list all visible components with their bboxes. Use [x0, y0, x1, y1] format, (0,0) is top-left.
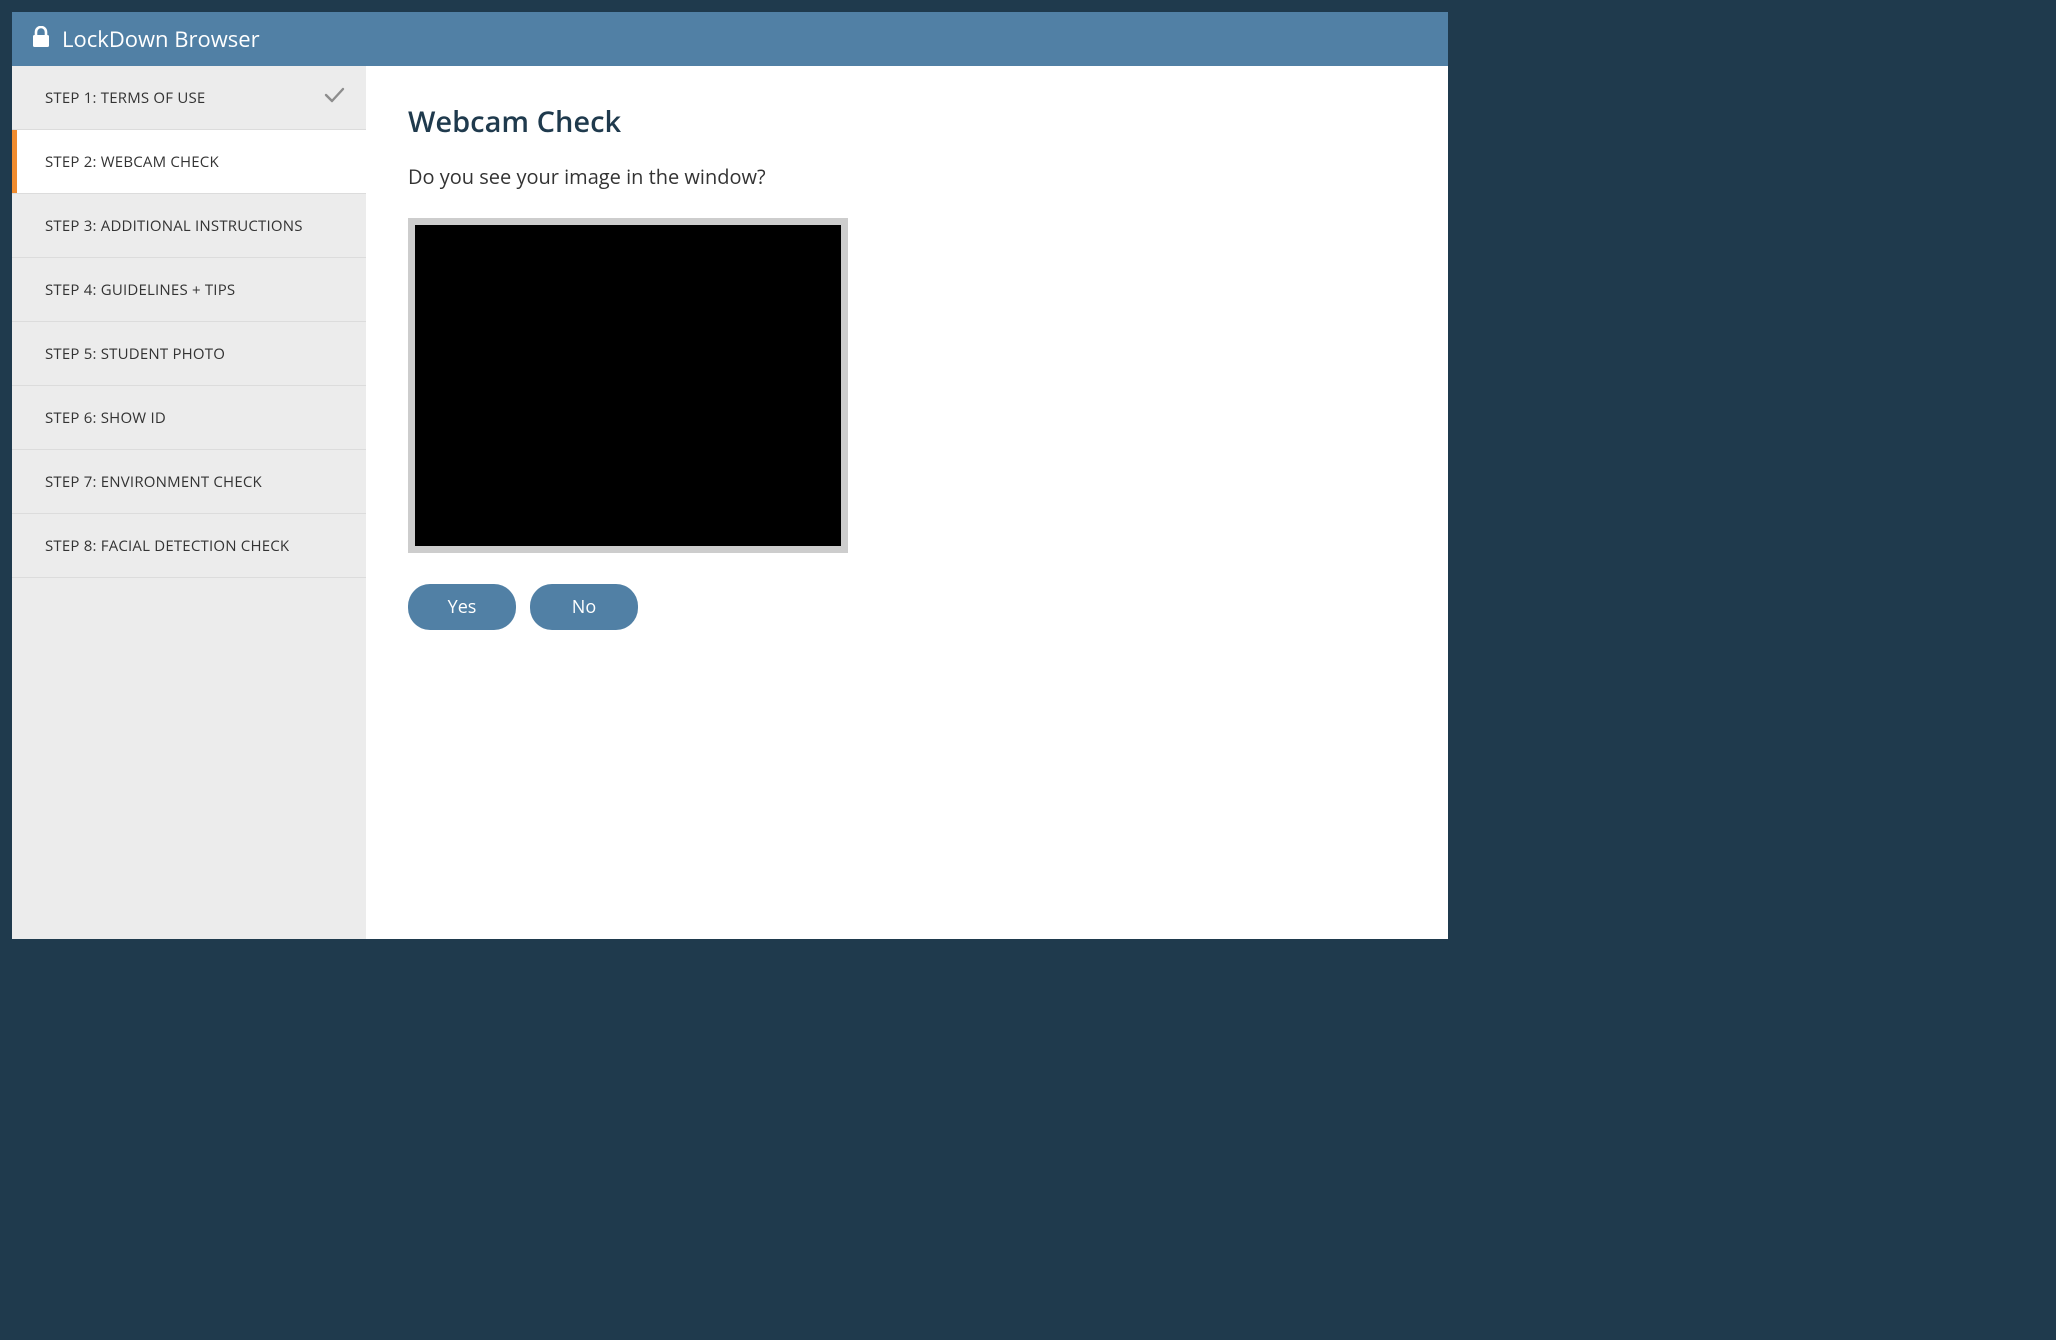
button-row: Yes No	[408, 584, 1406, 630]
sidebar-step-student-photo[interactable]: STEP 5: STUDENT PHOTO	[12, 322, 366, 386]
webcam-feed	[415, 225, 841, 546]
webcam-frame	[408, 218, 848, 553]
check-icon	[322, 83, 346, 112]
sidebar-step-show-id[interactable]: STEP 6: SHOW ID	[12, 386, 366, 450]
step-label: STEP 8: FACIAL DETECTION CHECK	[45, 536, 289, 556]
outer-frame: LockDown Browser STEP 1: TERMS OF USE ST…	[0, 0, 1460, 951]
sidebar-step-terms-of-use[interactable]: STEP 1: TERMS OF USE	[12, 66, 366, 130]
sidebar-step-facial-detection-check[interactable]: STEP 8: FACIAL DETECTION CHECK	[12, 514, 366, 578]
page-title: Webcam Check	[408, 102, 1406, 141]
lock-icon	[32, 26, 50, 53]
body-area: STEP 1: TERMS OF USE STEP 2: WEBCAM CHEC…	[12, 66, 1448, 939]
header-bar: LockDown Browser	[12, 12, 1448, 66]
main-content: Webcam Check Do you see your image in th…	[366, 66, 1448, 939]
step-label: STEP 7: ENVIRONMENT CHECK	[45, 472, 262, 492]
step-label: STEP 1: TERMS OF USE	[45, 88, 205, 108]
step-label: STEP 5: STUDENT PHOTO	[45, 344, 225, 364]
step-label: STEP 6: SHOW ID	[45, 408, 166, 428]
sidebar-step-environment-check[interactable]: STEP 7: ENVIRONMENT CHECK	[12, 450, 366, 514]
no-button[interactable]: No	[530, 584, 638, 630]
app-title: LockDown Browser	[62, 24, 260, 54]
step-label: STEP 2: WEBCAM CHECK	[45, 152, 219, 172]
page-question: Do you see your image in the window?	[408, 163, 1406, 190]
yes-button[interactable]: Yes	[408, 584, 516, 630]
sidebar: STEP 1: TERMS OF USE STEP 2: WEBCAM CHEC…	[12, 66, 366, 939]
step-label: STEP 3: ADDITIONAL INSTRUCTIONS	[45, 216, 303, 236]
step-label: STEP 4: GUIDELINES + TIPS	[45, 280, 235, 300]
app-container: LockDown Browser STEP 1: TERMS OF USE ST…	[12, 12, 1448, 939]
sidebar-step-guidelines-tips[interactable]: STEP 4: GUIDELINES + TIPS	[12, 258, 366, 322]
sidebar-step-webcam-check[interactable]: STEP 2: WEBCAM CHECK	[12, 130, 366, 194]
sidebar-step-additional-instructions[interactable]: STEP 3: ADDITIONAL INSTRUCTIONS	[12, 194, 366, 258]
